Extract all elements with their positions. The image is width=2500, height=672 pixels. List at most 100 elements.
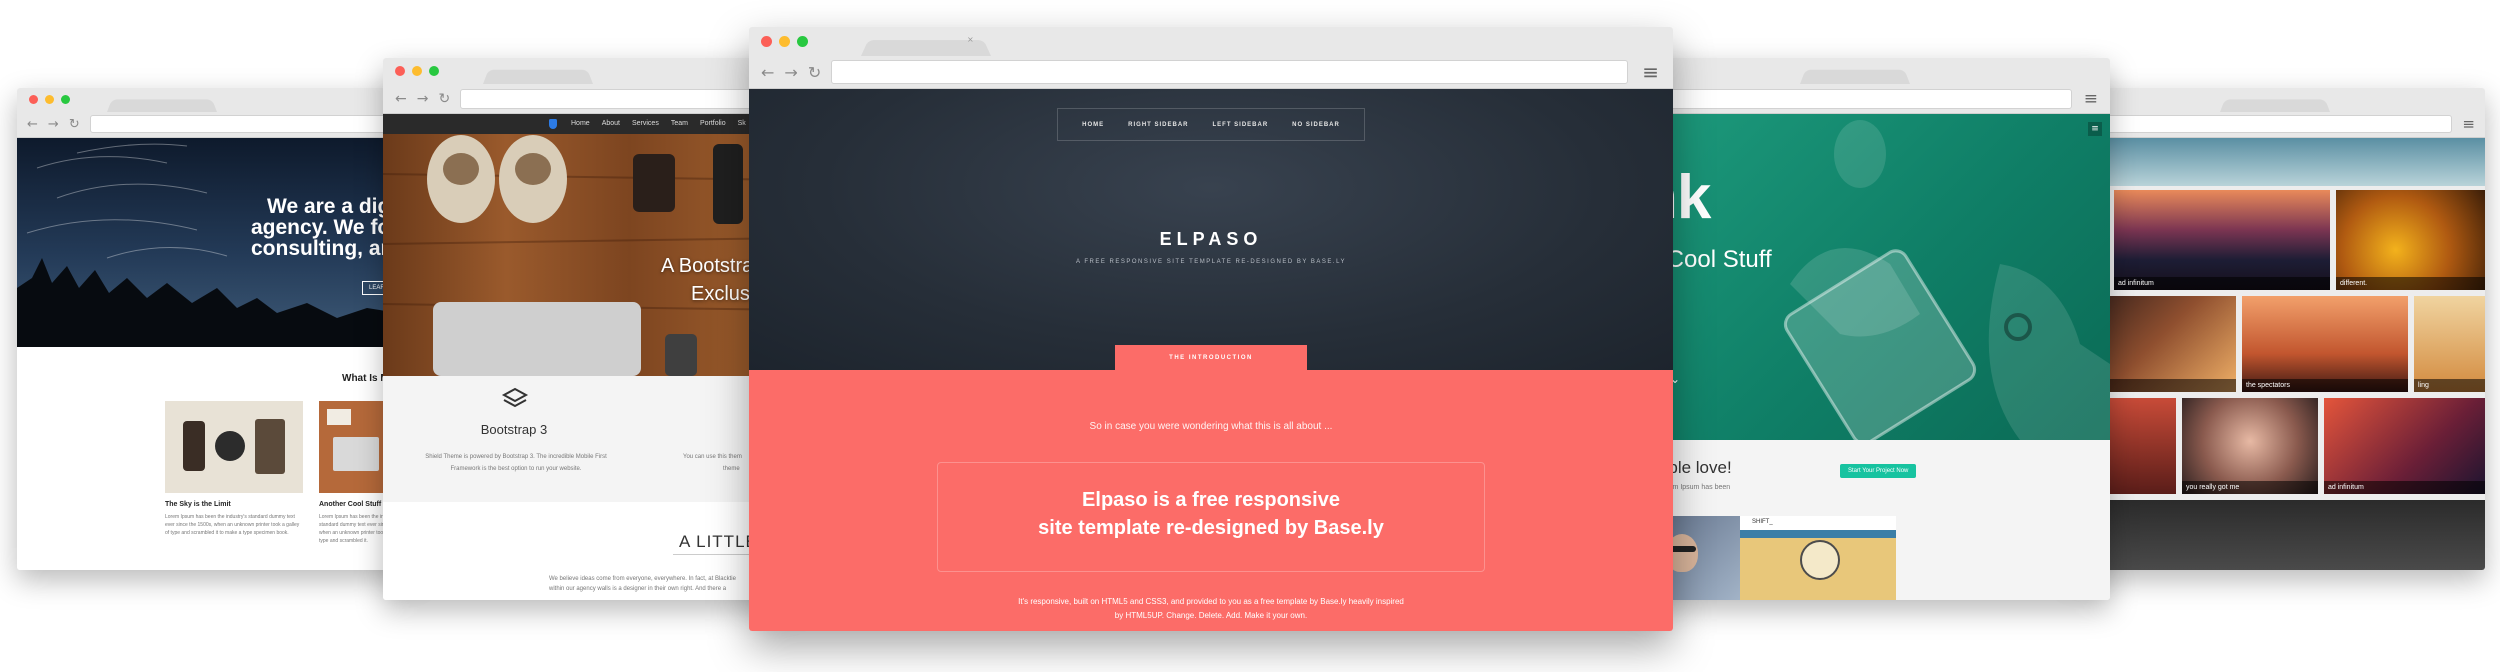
reload-icon[interactable]: ↻ [808, 63, 821, 82]
site-subtitle: A FREE RESPONSIVE SITE TEMPLATE RE-DESIG… [1076, 259, 1346, 265]
menu-icon[interactable]: ≡ [2084, 89, 2098, 109]
intro-tab: THE INTRODUCTION [1115, 345, 1307, 370]
minimize-dot-icon[interactable] [412, 66, 422, 77]
hero-teal-tablet: nk te Cool Stuff ⌄ ≡ [1640, 114, 2110, 440]
address-bar[interactable] [460, 88, 781, 109]
gallery-caption: different. [2336, 277, 2485, 290]
browser-tab[interactable] [107, 98, 217, 112]
browser-window-shield: ← → ↻ Home About Services Team Portfolio S… [383, 58, 793, 600]
about-text: within our agency walls is a designer in… [549, 586, 727, 592]
back-arrow-icon[interactable]: ← [395, 91, 407, 107]
feature-text: Framework is the best option to run your… [450, 466, 582, 472]
nav-link[interactable]: Services [632, 120, 659, 127]
menu-icon[interactable]: ≡ [2462, 115, 2475, 133]
card-title: Another Cool Stuff [319, 501, 382, 508]
site-title: ELPASO [1159, 229, 1263, 249]
card-text: Lorem Ipsum has been the industry's stan… [165, 514, 300, 536]
browser-window-gallery: ≡ ad infinitum different. boundless the … [2070, 88, 2485, 570]
browser-chrome: ≡ [2070, 88, 2485, 138]
gallery-tile[interactable]: ling [2414, 296, 2485, 392]
gallery-caption: ling [2414, 379, 2485, 392]
nav-link-no-sidebar[interactable]: NO SIDEBAR [1292, 122, 1340, 128]
browser-tab[interactable] [2220, 98, 2330, 112]
gallery-tile[interactable]: ad infinitum [2114, 190, 2330, 290]
minimize-dot-icon[interactable] [45, 95, 54, 105]
intro-section: So in case you were wondering what this … [749, 370, 1673, 631]
hero-night-sky: We are a digi agency. We fo consulting, … [17, 138, 417, 347]
hero-wood-desk: A Bootstra Exclus [383, 134, 793, 376]
tab-close-icon[interactable]: × [967, 35, 974, 44]
nav-link[interactable]: About [602, 120, 620, 127]
hero-line: We are a digi [267, 195, 397, 218]
minimize-dot-icon[interactable] [779, 36, 790, 48]
intro-box: Elpaso is a free responsive site templat… [937, 462, 1485, 572]
browser-chrome: ≡ [1640, 58, 2110, 114]
browser-window-agency: ← → ↻ We are a digi agency. We fo consulti… [17, 88, 417, 570]
maximize-dot-icon[interactable] [61, 95, 70, 105]
gallery-tile[interactable]: you really got me [2182, 398, 2318, 494]
layers-icon [501, 387, 529, 408]
reload-icon[interactable]: ↻ [438, 91, 450, 107]
back-arrow-icon[interactable]: ← [761, 63, 774, 82]
hands-tablet-graphic [1783, 120, 2110, 440]
maximize-dot-icon[interactable] [797, 36, 808, 48]
project-card[interactable]: SHIFT_ [1740, 516, 1896, 600]
feature-text: You can use this them [683, 454, 742, 460]
close-dot-icon[interactable] [29, 95, 38, 105]
intro-wondering: So in case you were wondering what this … [1089, 421, 1333, 432]
nav-link-left-sidebar[interactable]: LEFT SIDEBAR [1213, 122, 1269, 128]
menu-icon[interactable]: ≡ [1642, 60, 1659, 84]
gallery-tile[interactable]: ad infinitum [2324, 398, 2485, 494]
nav-link[interactable]: Portfolio [700, 120, 726, 127]
reload-icon[interactable]: ↻ [69, 117, 80, 132]
intro-heading: site template re-designed by Base.ly [1038, 517, 1384, 539]
shield-logo-icon[interactable] [549, 119, 557, 129]
browser-tab[interactable] [483, 70, 593, 85]
address-bar[interactable] [89, 115, 407, 134]
gallery-tile[interactable]: different. [2336, 190, 2485, 290]
browser-window-elpaso: × ← → ↻ ≡ HOME RIGHT SIDEBAR LEFT SIDEBAR … [749, 27, 1673, 631]
forward-arrow-icon[interactable]: → [417, 91, 429, 107]
intro-description: It's responsive, built on HTML5 and CSS3… [1018, 597, 1404, 606]
forward-arrow-icon[interactable]: → [48, 117, 59, 132]
nav-link[interactable]: Team [671, 120, 688, 127]
nav-link-home[interactable]: HOME [1082, 122, 1104, 128]
nav-link[interactable]: Home [571, 120, 590, 127]
forward-arrow-icon[interactable]: → [784, 63, 797, 82]
hero-line: agency. We fo [251, 216, 391, 239]
card-image-gear [165, 401, 303, 493]
browser-chrome: × ← → ↻ ≡ [749, 27, 1673, 89]
showcase-stage: ← → ↻ We are a digi agency. We fo consulti… [0, 0, 2500, 672]
site-navbar: Home About Services Team Portfolio Sk [383, 114, 793, 134]
nav-link[interactable]: Sk [738, 120, 746, 127]
site-navbar: HOME RIGHT SIDEBAR LEFT SIDEBAR NO SIDEB… [1057, 108, 1365, 141]
address-bar[interactable] [831, 60, 1629, 85]
hero-line: Exclus [691, 283, 750, 305]
gallery-tile[interactable]: the spectators [2242, 296, 2408, 392]
gallery-grid: ad infinitum different. boundless the sp… [2070, 186, 2485, 570]
intro-description: by HTML5UP. Change. Delete. Add. Make it… [1114, 611, 1308, 620]
back-arrow-icon[interactable]: ← [27, 117, 38, 132]
feature-text: Shield Theme is powered by Bootstrap 3. … [425, 454, 607, 460]
close-dot-icon[interactable] [395, 66, 405, 77]
maximize-dot-icon[interactable] [429, 66, 439, 77]
gallery-header-photo [2070, 138, 2485, 186]
address-bar[interactable] [2070, 115, 2453, 134]
nav-link-right-sidebar[interactable]: RIGHT SIDEBAR [1128, 122, 1188, 128]
gallery-caption: ad infinitum [2114, 277, 2330, 290]
gallery-tile[interactable] [2070, 500, 2485, 570]
card-label: SHIFT_ [1752, 519, 1773, 525]
browser-tab[interactable] [1800, 70, 1910, 85]
elpaso-header: HOME RIGHT SIDEBAR LEFT SIDEBAR NO SIDEB… [749, 89, 1673, 370]
address-bar[interactable] [1640, 88, 2072, 109]
browser-chrome: ← → ↻ [17, 88, 417, 138]
start-project-button[interactable]: Start Your Project Now [1840, 464, 1917, 478]
section-title: What Is M [342, 373, 389, 384]
gallery-caption: the spectators [2242, 379, 2408, 392]
card-title: The Sky is the Limit [165, 501, 231, 508]
hero-line: A Bootstra [661, 255, 754, 277]
feature-title: Bootstrap 3 [480, 422, 548, 437]
close-dot-icon[interactable] [761, 36, 772, 48]
menu-toggle-icon[interactable]: ≡ [2088, 122, 2102, 136]
section-title: A LITTLE [679, 532, 758, 551]
